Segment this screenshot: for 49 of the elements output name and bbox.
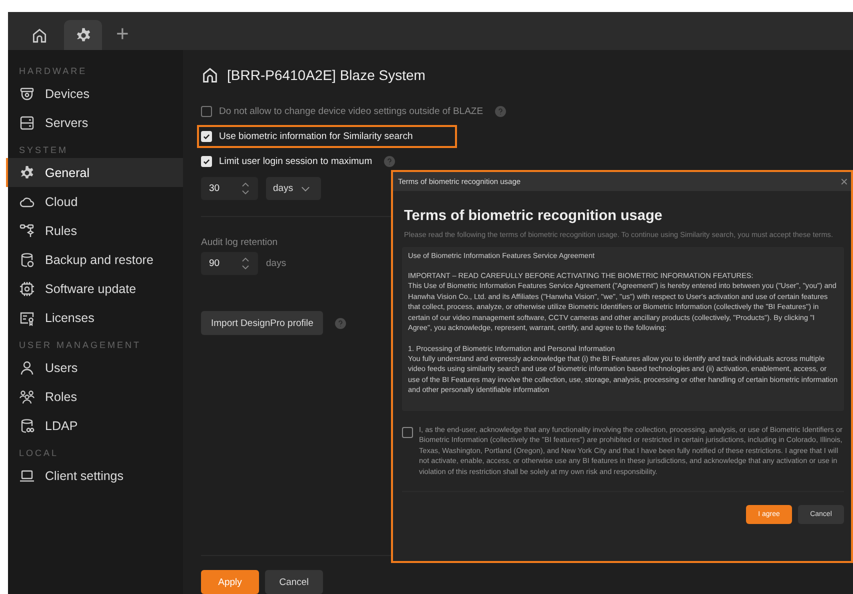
unit-dropdown[interactable]: days [266,177,321,200]
checkbox-label: Limit user login session to maximum [219,156,372,167]
page-title: [BRR-P6410A2E] Blaze System [227,67,426,83]
database-icon [19,252,35,268]
sidebar-item[interactable]: LDAP [6,411,183,440]
sidebar-item[interactable]: Roles [6,382,183,411]
license-icon [19,310,35,326]
server-icon [19,114,35,130]
sidebar-item[interactable]: Software update [6,274,183,303]
import-button[interactable]: Import DesignPro profile [201,311,324,335]
sidebar-item[interactable]: Users [6,353,183,382]
checkbox[interactable] [402,426,413,438]
tab[interactable] [64,20,102,50]
sidebar-item[interactable]: Licenses [6,303,183,332]
user-icon [19,360,35,376]
home-icon [201,66,219,84]
dialog-heading: Terms of biometric recognition usage [404,208,664,224]
section-heading: SYSTEM [18,144,70,157]
sidebar-item[interactable]: General [6,158,183,187]
stepper-icon[interactable] [241,181,250,196]
database-link-icon [19,418,35,434]
home-icon [30,26,48,44]
section-heading: LOCAL [18,447,60,460]
checkbox-label: Use biometric information for Similarity search [219,131,413,142]
sidebar-item[interactable]: Rules [6,216,183,245]
settings-icon [19,164,35,180]
laptop-icon [19,468,35,484]
field-label: Audit log retention [201,237,279,248]
add-tab-button[interactable]: + [108,20,137,50]
chevron-down-icon [301,186,310,192]
cancel-button[interactable]: Cancel [265,570,323,594]
users-icon [19,388,35,404]
checkbox-label: Do not allow to change device video settings outside of BLAZE [219,106,484,117]
number-field[interactable]: 90 [201,252,258,275]
unit-label: days [266,258,286,269]
stepper-icon[interactable] [241,256,250,271]
section-heading: HARDWARE [18,65,88,78]
settings-icon [74,26,92,44]
sidebar-item[interactable]: Backup and restore [6,245,183,274]
number-field[interactable]: 30 [201,177,258,200]
sidebar-item[interactable]: Devices [6,79,183,108]
sidebar-item[interactable]: Servers [6,108,183,137]
chip-icon [19,280,35,296]
dome-camera-icon [19,86,35,102]
sidebar-item[interactable]: Cloud [6,187,183,216]
flow-icon [19,222,35,238]
close-button[interactable]: × [837,175,851,188]
section-heading: USER MANAGEMENT [18,339,142,352]
sidebar-item[interactable]: Client settings [6,461,183,490]
